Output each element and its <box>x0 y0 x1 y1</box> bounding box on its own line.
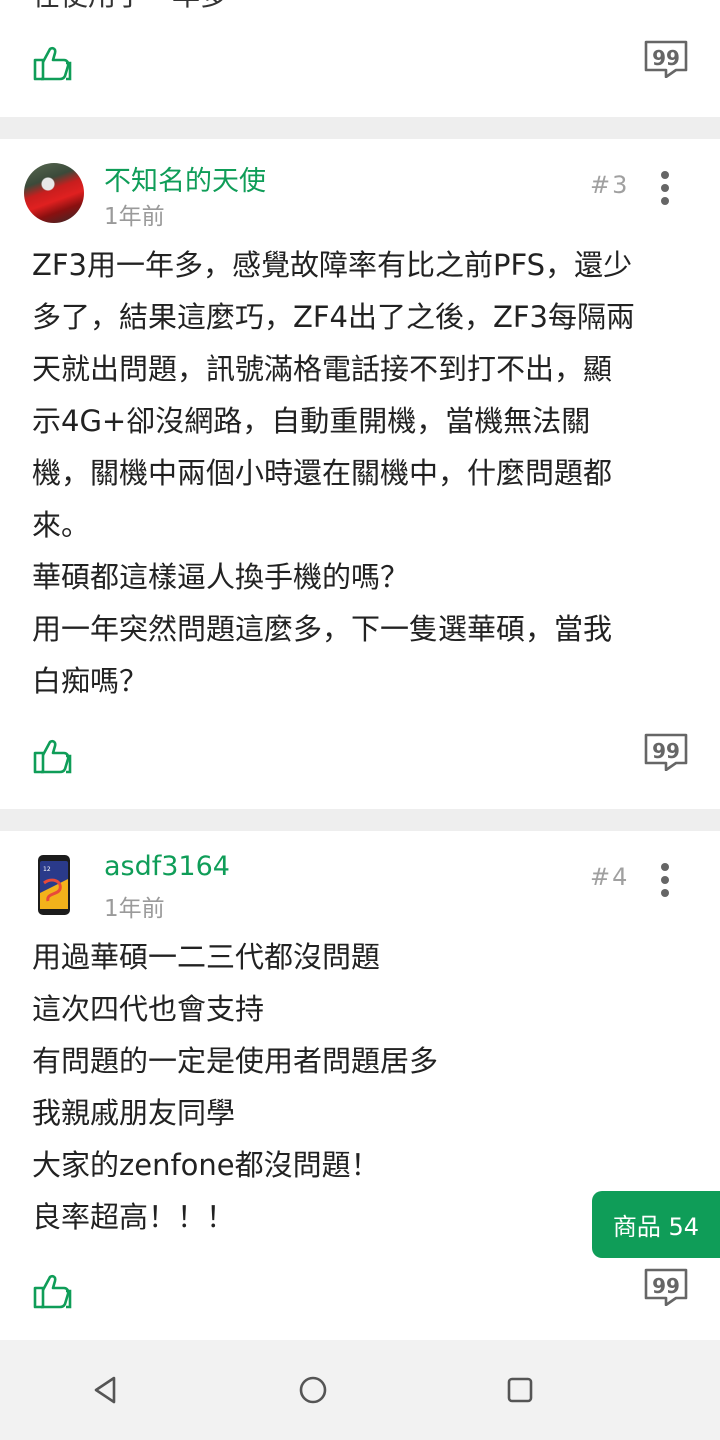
product-count-button[interactable]: 商品 54 <box>592 1191 720 1258</box>
floor-number: #4 <box>590 863 630 891</box>
svg-text:12: 12 <box>43 866 51 873</box>
avatar[interactable]: 12 <box>24 853 84 917</box>
quote-reply-icon[interactable]: 99 <box>644 731 688 771</box>
post-separator <box>0 117 720 139</box>
circle-home-icon[interactable] <box>295 1372 331 1408</box>
previous-post-card: 在使用了一年多 99 <box>0 0 720 117</box>
post-separator <box>0 809 720 831</box>
floor-number: #3 <box>590 171 630 199</box>
triangle-back-icon[interactable] <box>88 1372 124 1408</box>
post-time: 1年前 <box>104 204 165 230</box>
more-vertical-icon[interactable] <box>654 171 676 205</box>
more-vertical-icon[interactable] <box>654 863 676 897</box>
post-card-3: 不知名的天使 1年前 #3 ZF3用一年多，感覺故障率有比之前PFS，還少 多了… <box>0 139 720 809</box>
svg-text:99: 99 <box>652 739 680 763</box>
thumbs-up-icon[interactable] <box>32 736 72 776</box>
thumbs-up-icon[interactable] <box>32 43 72 83</box>
post-card-4: 12 asdf3164 1年前 #4 用過華碩一二三代都沒問題 這次四代也會支持… <box>0 831 720 1340</box>
avatar[interactable] <box>24 163 84 223</box>
username[interactable]: asdf3164 <box>104 851 230 882</box>
thumbs-up-icon[interactable] <box>32 1271 72 1311</box>
post-time: 1年前 <box>104 896 165 922</box>
svg-text:99: 99 <box>652 46 680 70</box>
quote-reply-icon[interactable]: 99 <box>644 38 688 78</box>
svg-text:99: 99 <box>652 1274 680 1298</box>
post-body: ZF3用一年多，感覺故障率有比之前PFS，還少 多了，結果這麼巧，ZF4出了之後… <box>32 248 635 698</box>
square-recent-icon[interactable] <box>502 1372 538 1408</box>
quote-reply-icon[interactable]: 99 <box>644 1266 688 1306</box>
previous-post-text: 在使用了一年多 <box>32 0 228 14</box>
system-nav-bar <box>0 1340 720 1440</box>
username[interactable]: 不知名的天使 <box>104 159 266 198</box>
